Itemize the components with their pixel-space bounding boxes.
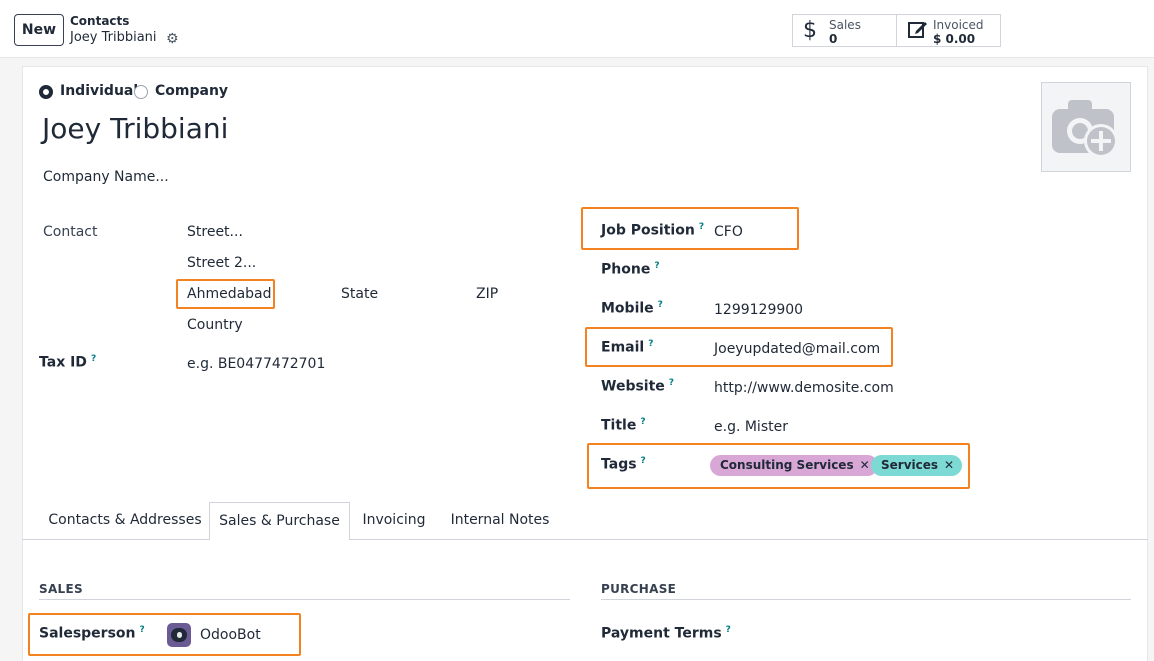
invoiced-stat-value: $ 0.00	[933, 32, 976, 46]
mobile-label: Mobile?	[601, 300, 663, 317]
edit-icon	[907, 18, 929, 46]
individual-radio[interactable]	[39, 85, 53, 99]
sales-stat-label: Sales	[829, 18, 861, 32]
sales-stat-value: 0	[829, 32, 838, 46]
sales-section-title: SALES	[39, 582, 83, 596]
contact-label: Contact	[43, 224, 98, 240]
payment-terms-label: Payment Terms?	[601, 625, 731, 642]
contact-name-input[interactable]: Joey Tribbiani	[42, 112, 228, 145]
gear-icon[interactable]: ⚙	[166, 31, 179, 47]
salesperson-highlight	[28, 613, 301, 656]
dollar-icon: $	[803, 18, 817, 43]
company-radio[interactable]	[134, 85, 148, 99]
tab-divider	[22, 539, 1148, 540]
active-tab-gap	[210, 538, 349, 540]
sales-stat-button[interactable]: $ Sales 0	[792, 14, 897, 47]
tax-id-input[interactable]: e.g. BE0477472701	[187, 356, 325, 372]
tags-highlight	[587, 443, 970, 489]
company-name-input[interactable]: Company Name...	[43, 169, 169, 185]
invoiced-stat-label: Invoiced	[933, 18, 984, 32]
new-button[interactable]: New	[14, 14, 64, 46]
website-label: Website?	[601, 378, 675, 395]
breadcrumb-parent[interactable]: Contacts	[70, 14, 129, 28]
company-label[interactable]: Company	[155, 83, 228, 99]
camera-plus-icon	[1052, 100, 1118, 158]
zip-input[interactable]: ZIP	[476, 286, 498, 302]
street-input[interactable]: Street...	[187, 224, 243, 240]
tab-invoicing[interactable]: Invoicing	[350, 502, 438, 540]
street2-input[interactable]: Street 2...	[187, 255, 256, 271]
phone-input[interactable]	[714, 263, 914, 281]
state-input[interactable]: State	[341, 286, 378, 302]
purchase-divider	[601, 599, 1131, 600]
breadcrumb-current: Joey Tribbiani	[70, 30, 157, 45]
website-input[interactable]: http://www.demosite.com	[714, 380, 894, 396]
avatar-upload[interactable]	[1041, 82, 1131, 172]
individual-label[interactable]: Individual	[60, 83, 138, 99]
purchase-section-title: PURCHASE	[601, 582, 677, 596]
tab-internal-notes[interactable]: Internal Notes	[438, 502, 562, 540]
title-label: Title?	[601, 417, 646, 434]
mobile-input[interactable]: 1299129900	[714, 302, 803, 318]
phone-label: Phone?	[601, 261, 660, 278]
tab-sales-purchase[interactable]: Sales & Purchase	[209, 502, 350, 540]
job-position-highlight	[581, 207, 799, 250]
invoiced-stat-button[interactable]: Invoiced $ 0.00	[896, 14, 1001, 47]
city-highlight	[176, 279, 275, 309]
country-input[interactable]: Country	[187, 317, 243, 333]
title-select[interactable]: e.g. Mister	[714, 419, 788, 435]
tax-id-label: Tax ID?	[39, 354, 97, 371]
email-highlight	[585, 327, 893, 367]
tab-contacts-addresses[interactable]: Contacts & Addresses	[40, 502, 210, 540]
sales-divider	[39, 599, 570, 600]
control-panel: New Contacts Joey Tribbiani ⚙ $ Sales 0 …	[0, 0, 1154, 58]
